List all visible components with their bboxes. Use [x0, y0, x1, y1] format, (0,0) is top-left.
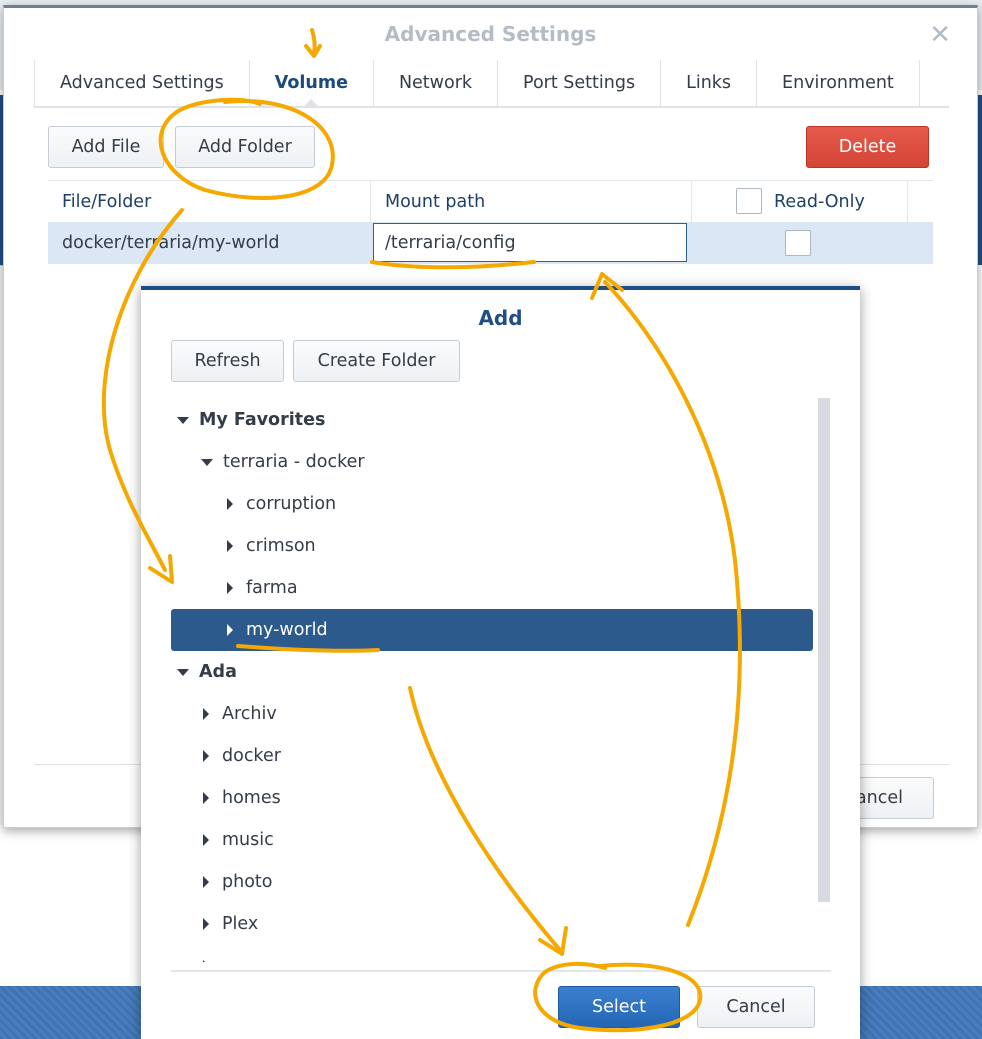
tree-node-label: homes — [222, 788, 281, 808]
tree-node-plex[interactable]: Plex — [171, 903, 813, 945]
mount-path-input[interactable]: /terraria/config — [373, 223, 687, 262]
tree-node-label: corruption — [246, 494, 337, 514]
collapse-icon — [227, 582, 233, 594]
collapse-icon — [203, 750, 209, 762]
select-button[interactable]: Select — [558, 986, 680, 1028]
tree-node-corruption[interactable]: corruption — [171, 483, 813, 525]
tree-node-my-favorites[interactable]: My Favorites — [171, 399, 813, 441]
collapse-icon — [227, 498, 233, 510]
collapse-icon — [203, 834, 209, 846]
tree-node-ada[interactable]: Ada — [171, 651, 813, 693]
tab-environment[interactable]: Environment — [757, 60, 920, 106]
tree-node-docker[interactable]: docker — [171, 735, 813, 777]
tree-node-label: photo — [222, 872, 273, 892]
tree-node-my-world[interactable]: my-world — [171, 609, 813, 651]
tree-node-photo[interactable]: photo — [171, 861, 813, 903]
tab-volume[interactable]: Volume — [250, 60, 374, 108]
folder-tree: My Favorites terraria - docker corruptio… — [171, 397, 815, 962]
close-icon[interactable]: ✕ — [929, 22, 951, 48]
add-dialog: Add Refresh Create Folder My Favorites t… — [141, 286, 860, 1039]
tree-node-label: Plex — [222, 914, 259, 934]
desktop-strip-right — [978, 95, 982, 265]
tree-node-label: Ada — [199, 662, 237, 682]
active-tab-caret — [302, 99, 321, 108]
tree-node-terraria-docker[interactable]: terraria - docker — [171, 441, 813, 483]
tree-node-archiv[interactable]: Archiv — [171, 693, 813, 735]
tree-node-label: music — [222, 830, 274, 850]
row-file-folder: docker/terraria/my-world — [62, 233, 280, 253]
tab-bar: Advanced Settings Volume Network Port Se… — [34, 60, 949, 108]
add-file-button[interactable]: Add File — [48, 126, 164, 168]
tab-network[interactable]: Network — [374, 60, 499, 106]
tree-node-label: farma — [246, 578, 298, 598]
tree-node-label: my-world — [246, 620, 328, 640]
collapse-icon — [227, 540, 233, 552]
collapse-icon — [203, 960, 209, 962]
tree-node-label: docker — [222, 746, 281, 766]
add-folder-button[interactable]: Add Folder — [175, 126, 315, 168]
tree-node-music[interactable]: music — [171, 819, 813, 861]
tab-volume-label: Volume — [274, 73, 348, 93]
collapse-icon — [203, 876, 209, 888]
column-file-folder: File/Folder — [48, 181, 371, 223]
volume-table-header: File/Folder Mount path Read-Only — [48, 180, 933, 223]
tree-node-label: My Favorites — [199, 410, 326, 430]
read-only-header-checkbox[interactable] — [736, 188, 762, 214]
collapse-icon — [203, 792, 209, 804]
dialog-title: Add — [478, 306, 523, 330]
tree-node-partial[interactable] — [171, 945, 813, 962]
tree-scrollbar[interactable] — [818, 398, 830, 902]
tree-node-label: terraria - docker — [223, 452, 365, 472]
tab-links[interactable]: Links — [661, 60, 758, 106]
tree-node-crimson[interactable]: crimson — [171, 525, 813, 567]
delete-button[interactable]: Delete — [806, 126, 929, 168]
window-title: Advanced Settings — [384, 22, 597, 46]
column-mount-path: Mount path — [371, 181, 692, 223]
tab-advanced-settings[interactable]: Advanced Settings — [34, 60, 250, 106]
create-folder-button[interactable]: Create Folder — [293, 340, 460, 382]
collapse-icon — [203, 918, 209, 930]
dialog-cancel-button[interactable]: Cancel — [697, 986, 815, 1028]
tree-node-label: crimson — [246, 536, 316, 556]
refresh-button[interactable]: Refresh — [171, 340, 284, 382]
tree-node-label: Archiv — [222, 704, 277, 724]
tree-node-homes[interactable]: homes — [171, 777, 813, 819]
dialog-footer-divider — [171, 970, 831, 972]
expand-icon — [201, 458, 213, 466]
tab-port-settings[interactable]: Port Settings — [498, 60, 662, 106]
column-read-only: Read-Only — [692, 181, 908, 223]
read-only-row-checkbox[interactable] — [785, 230, 811, 256]
collapse-icon — [203, 708, 209, 720]
expand-icon — [177, 668, 189, 676]
collapse-icon — [227, 624, 233, 636]
expand-icon — [177, 416, 189, 424]
tree-node-farma[interactable]: farma — [171, 567, 813, 609]
